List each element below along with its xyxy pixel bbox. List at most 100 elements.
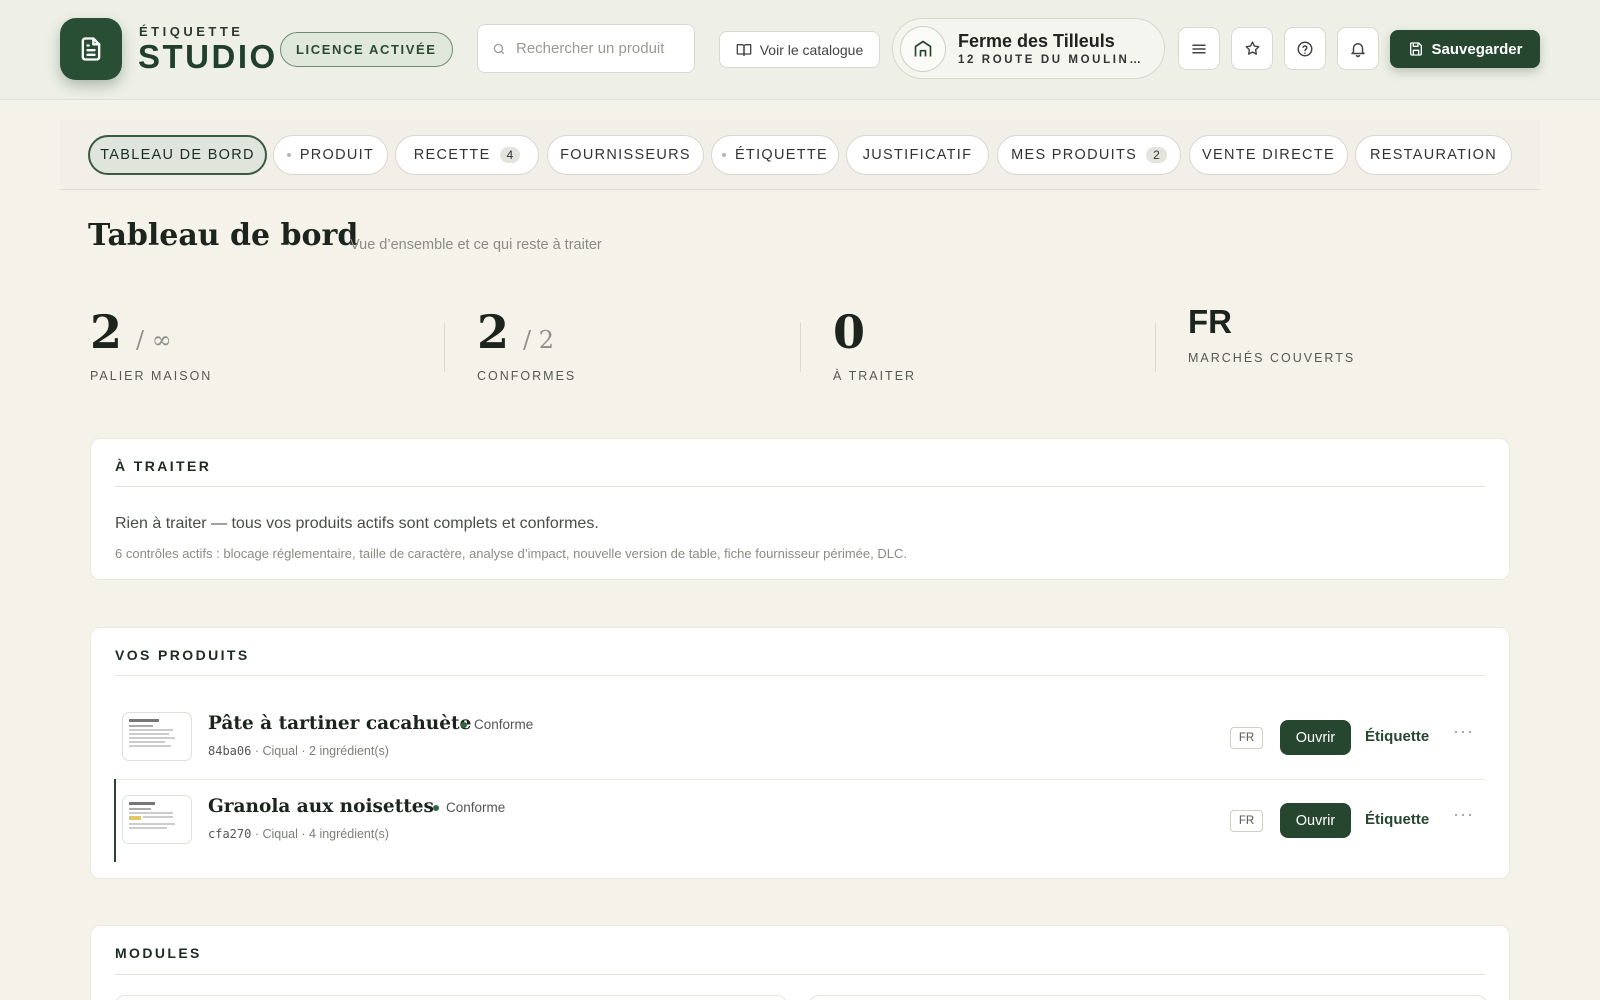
product-meta: 84ba06 · Ciqual · 2 ingrédient(s)	[208, 744, 389, 758]
stat-value: FR	[1188, 303, 1232, 340]
product-source: Ciqual	[262, 827, 298, 841]
status-dot	[433, 804, 439, 811]
save-icon	[1409, 42, 1422, 56]
tab-label: ÉTIQUETTE	[734, 147, 829, 163]
product-source: Ciqual	[262, 744, 298, 758]
farm-selector[interactable]: Ferme des Tilleuls 12 ROUTE DU MOULIN…	[892, 18, 1165, 79]
app-logo[interactable]	[60, 18, 122, 80]
help-button[interactable]	[1284, 27, 1326, 70]
stat-marches: FR MARCHÉS COUVERTS	[1188, 303, 1355, 365]
product-name[interactable]: Pâte à tartiner cacahuète	[208, 713, 471, 734]
brand-title: STUDIO	[138, 38, 278, 75]
tab-fournisseurs[interactable]: FOURNISSEURS	[547, 135, 704, 175]
license-badge: LICENCE ACTIVÉE	[280, 32, 453, 67]
page-title: Tableau de bord	[88, 218, 359, 253]
help-icon	[1297, 41, 1313, 56]
todo-empty-message: Rien à traiter — tous vos produits actif…	[115, 515, 599, 532]
tab-dot	[286, 153, 291, 157]
product-row[interactable]: Granola aux noisettes Conforme cfa270 · …	[115, 780, 1487, 862]
more-options-icon[interactable]: ···	[1453, 804, 1474, 825]
brand-subtitle: ÉTIQUETTE	[139, 24, 244, 39]
product-label-thumbnail[interactable]	[122, 712, 192, 761]
stat-divider	[800, 322, 801, 372]
todo-heading: À TRAITER	[115, 458, 212, 474]
card-divider	[115, 675, 1485, 676]
tab-label: VENTE DIRECTE	[1202, 147, 1335, 163]
stat-value: 2	[477, 305, 510, 359]
stat-divider	[1155, 322, 1156, 372]
tab-dot	[721, 153, 726, 157]
tab-count-badge: 2	[1146, 147, 1167, 163]
tab-etiquette[interactable]: ÉTIQUETTE	[711, 135, 839, 175]
card-divider	[115, 486, 1485, 487]
tab-count-badge: 4	[499, 147, 521, 163]
product-code: cfa270	[208, 827, 252, 841]
search-box[interactable]	[477, 24, 695, 73]
tab-label: RECETTE	[413, 147, 491, 163]
save-label: Sauvegarder	[1431, 40, 1523, 58]
selected-row-indicator	[114, 779, 116, 862]
favorites-button[interactable]	[1231, 27, 1273, 70]
tab-restauration[interactable]: RESTAURATION	[1355, 135, 1512, 175]
market-badge: FR	[1230, 810, 1263, 832]
farm-name: Ferme des Tilleuls	[958, 31, 1115, 51]
product-label-thumbnail[interactable]	[122, 795, 192, 844]
tab-label: PRODUIT	[299, 147, 375, 163]
stat-label: PALIER MAISON	[90, 369, 213, 383]
label-link[interactable]: Étiquette	[1365, 728, 1429, 745]
product-meta: cfa270 · Ciqual · 4 ingrédient(s)	[208, 827, 389, 841]
notifications-button[interactable]	[1337, 27, 1379, 70]
save-button[interactable]: Sauvegarder	[1390, 30, 1540, 68]
tab-label: JUSTIFICATIF	[862, 147, 973, 163]
stat-denominator: / 2	[523, 326, 554, 354]
product-row[interactable]: Pâte à tartiner cacahuète Conforme 84ba0…	[115, 697, 1487, 779]
document-icon	[81, 37, 101, 61]
stat-label: À TRAITER	[833, 369, 917, 383]
status-label: Conforme	[474, 717, 534, 732]
tab-justificatif[interactable]: JUSTIFICATIF	[846, 135, 989, 175]
product-ingredients: 2 ingrédient(s)	[309, 744, 389, 758]
label-link[interactable]: Étiquette	[1365, 811, 1429, 828]
stat-a-traiter: 0 À TRAITER	[833, 305, 916, 383]
modules-heading: MODULES	[115, 945, 202, 961]
stat-palier: 2 / ∞ PALIER MAISON	[90, 305, 212, 383]
search-input[interactable]	[516, 40, 676, 57]
tab-bar: TABLEAU DE BORD PRODUIT RECETTE 4 FOURNI…	[60, 120, 1540, 190]
more-options-icon[interactable]: ···	[1453, 721, 1474, 742]
module-card[interactable]	[115, 995, 787, 1000]
label-preview-image	[129, 802, 175, 829]
farm-address: 12 ROUTE DU MOULIN…	[958, 54, 1144, 66]
bell-icon	[1351, 42, 1365, 57]
catalog-button[interactable]: Voir le catalogue	[719, 31, 880, 68]
todo-checks-note: 6 contrôles actifs : blocage réglementai…	[115, 546, 907, 561]
menu-button[interactable]	[1178, 27, 1220, 70]
app-header: ÉTIQUETTE STUDIO LICENCE ACTIVÉE Voir le…	[0, 0, 1600, 100]
stat-value: 0	[833, 305, 866, 359]
status-badge: Conforme	[461, 717, 533, 732]
tab-recette[interactable]: RECETTE 4	[395, 135, 539, 175]
stat-conformes: 2 / 2 CONFORMES	[477, 305, 576, 383]
tab-vente-directe[interactable]: VENTE DIRECTE	[1189, 135, 1348, 175]
status-dot	[461, 721, 467, 728]
modules-card: MODULES	[90, 925, 1510, 1000]
open-button[interactable]: Ouvrir	[1280, 803, 1351, 838]
stat-value: 2	[90, 305, 123, 359]
barn-icon	[914, 40, 932, 56]
open-button[interactable]: Ouvrir	[1280, 720, 1351, 755]
tab-produit[interactable]: PRODUIT	[273, 135, 388, 175]
page-subtitle: Vue d’ensemble et ce qui reste à traiter	[350, 237, 602, 253]
tab-label: TABLEAU DE BORD	[100, 147, 255, 163]
star-icon	[1245, 41, 1259, 55]
tab-label: FOURNISSEURS	[560, 147, 691, 163]
stat-label: CONFORMES	[477, 369, 577, 383]
tab-mes-produits[interactable]: MES PRODUITS 2	[997, 135, 1181, 175]
stat-label: MARCHÉS COUVERTS	[1188, 351, 1356, 365]
product-ingredients: 4 ingrédient(s)	[309, 827, 389, 841]
tab-tableau-de-bord[interactable]: TABLEAU DE BORD	[88, 135, 267, 175]
product-code: 84ba06	[208, 744, 252, 758]
stat-divider	[444, 322, 445, 372]
module-card[interactable]	[809, 995, 1487, 1000]
label-preview-image	[129, 719, 175, 747]
tab-label: RESTAURATION	[1369, 147, 1498, 163]
product-name[interactable]: Granola aux noisettes	[208, 796, 434, 817]
